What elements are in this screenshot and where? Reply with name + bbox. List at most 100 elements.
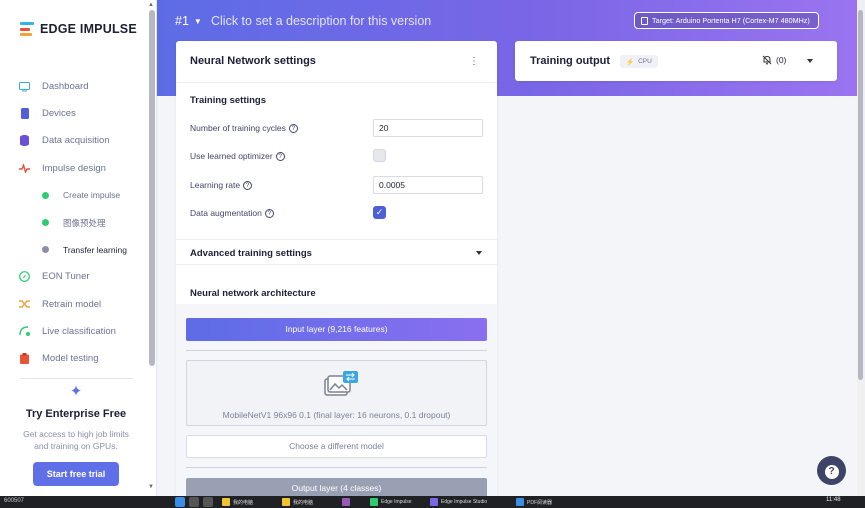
pdf-icon (516, 498, 524, 506)
main-scrollbar-thumb[interactable] (858, 10, 863, 380)
taskbar-system-icons (175, 497, 213, 507)
help-button[interactable]: ? (817, 456, 846, 485)
status-dot (42, 246, 49, 254)
sidebar-item-label: Retrain model (42, 298, 102, 310)
sidebar-item-label: Devices (42, 108, 76, 120)
taskbar-clock: 11:48 (826, 497, 841, 503)
card-title: Neural Network settings (190, 55, 316, 67)
label-text: Learning rate (190, 180, 241, 190)
learned-optimizer-label: Use learned optimizer ? (190, 151, 285, 161)
training-cycles-label: Number of training cycles ? (190, 123, 298, 133)
training-output-card: Training output ⚡ CPU (0) (515, 41, 837, 81)
help-circle-icon[interactable]: ? (243, 180, 253, 190)
help-circle-icon[interactable]: ? (288, 123, 298, 133)
training-cycles-input[interactable]: 20 (373, 119, 483, 137)
sidebar-scroll-up-icon[interactable]: ▲ (148, 2, 154, 8)
taskbar-app[interactable]: 我的电脑 (282, 497, 336, 507)
advanced-training-settings-toggle[interactable]: Advanced training settings (176, 239, 497, 265)
layer-connector (186, 350, 487, 351)
help-circle-icon[interactable]: ? (275, 151, 285, 161)
status-dot (42, 219, 49, 227)
sidebar-item-data-acquisition[interactable]: Data acquisition (0, 127, 148, 154)
question-icon: ? (824, 465, 839, 479)
target-label: Target: Arduino Portenta H7 (Cortex-M7 4… (652, 16, 810, 25)
sidebar-scrollbar[interactable] (149, 10, 155, 366)
label-text: Use learned optimizer (190, 151, 273, 161)
sidebar-divider (20, 378, 133, 379)
sidebar-subitem-image-preprocessing[interactable]: 图像预处理 (0, 209, 148, 236)
search-icon[interactable] (189, 497, 199, 507)
sidebar-item-eon-tuner[interactable]: EON Tuner (0, 263, 148, 290)
compass-icon (19, 271, 30, 283)
folder-icon (222, 498, 230, 506)
chip-icon (641, 16, 648, 25)
advanced-settings-label: Advanced training settings (190, 248, 312, 259)
browser-icon (430, 498, 438, 506)
sidebar-item-model-testing[interactable]: Model testing (0, 345, 148, 372)
folder-icon (282, 498, 290, 506)
version-description[interactable]: Click to set a description for this vers… (211, 14, 431, 28)
architecture-heading: Neural network architecture (190, 288, 316, 299)
caret-down-icon[interactable] (807, 59, 813, 63)
browser-icon (370, 498, 378, 506)
sidebar-subitem-transfer-learning[interactable]: Transfer learning (0, 236, 148, 263)
sidebar-item-devices[interactable]: Devices (0, 100, 148, 127)
taskbar-app[interactable]: Edge Impulse Studio (430, 497, 510, 507)
sidebar-item-retrain-model[interactable]: Retrain model (0, 291, 148, 318)
enterprise-description: Get access to high job limits and traini… (23, 429, 129, 451)
cpu-badge: ⚡ CPU (620, 55, 658, 68)
cpu-label: CPU (638, 58, 652, 65)
neural-network-settings-card: Neural Network settings ⋮ Training setti… (176, 41, 497, 501)
sidebar: EDGE IMPULSE Dashboard Devices Data acqu… (0, 0, 157, 496)
taskbar-app[interactable]: Edge Impulse (370, 497, 424, 507)
status-dot (42, 191, 49, 199)
notification-count: (0) (776, 55, 787, 65)
sidebar-subitem-create-impulse[interactable]: Create impulse (0, 182, 148, 209)
help-circle-icon[interactable]: ? (264, 208, 274, 218)
model-block[interactable]: MobileNetV1 96x96 0.1 (final layer: 16 n… (186, 360, 487, 426)
logo-text: EDGE IMPULSE (40, 22, 137, 36)
monitor-icon (19, 81, 30, 92)
pulse-icon (19, 163, 30, 174)
layer-connector (186, 467, 487, 468)
sidebar-scroll-down-icon[interactable]: ▼ (148, 484, 154, 490)
windows-start-icon[interactable] (175, 497, 185, 507)
enterprise-title: Try Enterprise Free (25, 408, 127, 420)
taskbar-left-text: 600507 (4, 498, 25, 504)
sidebar-item-dashboard[interactable]: Dashboard (0, 73, 148, 100)
input-layer-block[interactable]: Input layer (9,216 features) (186, 318, 487, 341)
learning-rate-input[interactable]: 0.0005 (373, 176, 483, 194)
taskbar-apps: 我的电脑 我的电脑 Edge Impulse Edge Impulse Stud… (222, 497, 570, 507)
notifications-toggle[interactable]: (0) (762, 55, 786, 65)
sidebar-item-label: Model testing (42, 352, 99, 364)
task-view-icon[interactable] (203, 497, 213, 507)
bell-off-icon (762, 55, 772, 65)
taskbar-app[interactable]: PDF阅读器 (516, 497, 570, 507)
taskbar-app[interactable]: 我的电脑 (222, 497, 276, 507)
training-settings-heading: Training settings (190, 95, 267, 106)
sidebar-subitem-label: 图像预处理 (63, 217, 106, 228)
caret-down-icon (476, 251, 482, 255)
live-icon (19, 326, 30, 337)
data-augmentation-checkbox[interactable]: ✓ (373, 206, 386, 219)
start-free-trial-button[interactable]: Start free trial (33, 462, 119, 486)
caret-down-icon: ▼ (193, 16, 202, 26)
version-selector[interactable]: #1 ▼ (175, 14, 202, 28)
shuffle-icon (19, 299, 30, 310)
device-icon (19, 108, 30, 120)
learned-optimizer-checkbox[interactable] (373, 149, 386, 162)
sidebar-item-impulse-design[interactable]: Impulse design (0, 155, 148, 182)
taskbar-app[interactable] (342, 497, 364, 507)
kebab-menu-icon[interactable]: ⋮ (469, 57, 479, 67)
sidebar-item-label: Impulse design (42, 162, 106, 174)
data-augmentation-label: Data augmentation ? (190, 208, 274, 218)
sparkle-star-icon: ✦ (69, 383, 83, 400)
enterprise-promo: ✦ Try Enterprise Free Get access to high… (0, 384, 152, 486)
choose-different-model-button[interactable]: Choose a different model (186, 435, 487, 458)
version-number: #1 (175, 14, 189, 28)
sidebar-item-live-classification[interactable]: Live classification (0, 318, 148, 345)
edge-impulse-logo[interactable]: EDGE IMPULSE (20, 22, 137, 36)
transfer-learning-model-icon (324, 371, 358, 396)
target-device-button[interactable]: Target: Arduino Portenta H7 (Cortex-M7 4… (634, 12, 819, 29)
lightning-icon: ⚡ (626, 58, 635, 66)
